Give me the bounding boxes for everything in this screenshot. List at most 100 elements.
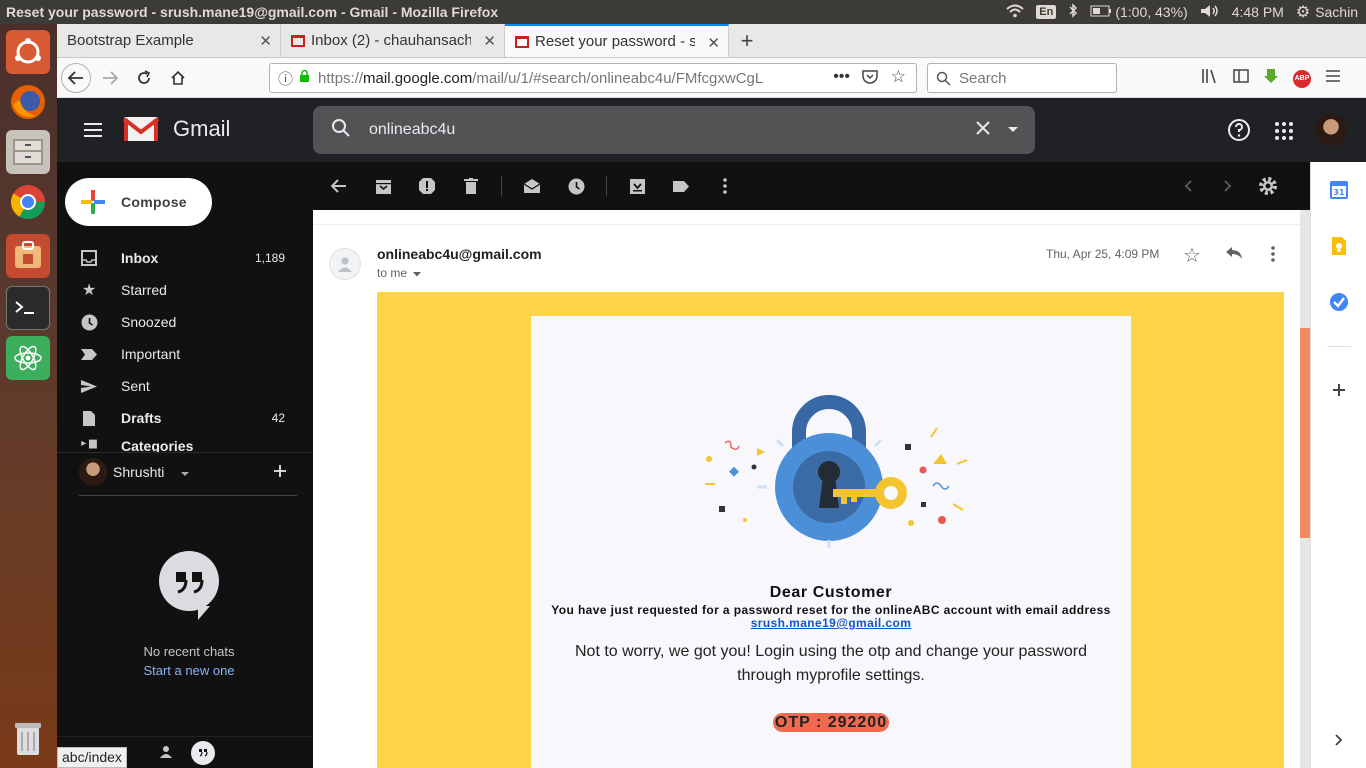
nav-important[interactable]: Important [57,338,297,370]
nav-inbox[interactable]: Inbox 1,189 [57,242,297,274]
search-options-icon[interactable] [1007,121,1019,139]
search-icon[interactable] [331,118,351,143]
search-placeholder: Search [959,69,1007,87]
snooze-icon[interactable] [554,166,598,206]
settings-gear-icon[interactable] [1246,166,1290,206]
software-center-icon[interactable] [6,234,50,278]
new-tab-button[interactable]: + [729,24,765,57]
nav-starred[interactable]: ★ Starred [57,274,297,306]
contacts-person-icon[interactable] [159,745,173,764]
ubuntu-dash-icon[interactable] [6,30,50,74]
sidebar-toggle-icon[interactable] [1233,69,1249,88]
newer-message-icon[interactable] [1166,166,1210,206]
older-message-icon[interactable] [1206,166,1250,206]
get-addons-plus-icon[interactable] [1327,378,1351,402]
person-icon [338,257,352,272]
clear-search-icon[interactable] [975,120,991,141]
recipient-text: to me [377,266,408,280]
help-icon[interactable] [1227,118,1251,147]
mail-search-bar[interactable]: onlineabc4u [313,106,1035,154]
back-to-search-icon[interactable] [317,166,361,206]
firefox-icon[interactable] [6,80,50,124]
trash-icon[interactable] [6,716,50,760]
battery-status: (1:00, 43%) [1115,4,1188,20]
star-message-icon[interactable]: ☆ [1183,243,1201,268]
page-actions-icon[interactable]: ••• [833,68,850,86]
mark-unread-icon[interactable] [510,166,554,206]
keep-icon[interactable] [1327,234,1351,258]
main-menu-icon[interactable] [83,122,103,143]
close-tab-icon[interactable]: ✕ [707,34,720,52]
hangouts-user[interactable]: Shrushti [79,458,190,486]
files-icon[interactable] [6,130,50,174]
nav-snoozed[interactable]: Snoozed [57,306,297,338]
tab-bootstrap-example[interactable]: Bootstrap Example ✕ [57,24,281,57]
user-name[interactable]: Sachin [1315,4,1358,20]
browser-search-box[interactable]: Search [927,63,1117,93]
nav-categories[interactable]: ▸ ▆ Categories [57,438,297,452]
account-avatar[interactable] [1315,114,1347,146]
volume-icon[interactable] [1200,4,1220,21]
tab-label: Reset your password - sr [535,33,695,50]
terminal-icon[interactable] [6,286,50,330]
nav-drafts[interactable]: Drafts 42 [57,402,297,434]
message-date: Thu, Apr 25, 4:09 PM [1046,247,1160,261]
url-bar[interactable]: ⓘ https://mail.google.com/mail/u/1/#sear… [269,63,917,93]
label-icon[interactable] [659,166,703,206]
forward-button[interactable] [95,63,125,93]
home-button[interactable] [163,63,193,93]
atom-icon[interactable] [6,336,50,380]
adblock-plus-icon[interactable]: ABP [1293,69,1311,88]
start-new-chat-link[interactable]: Start a new one [57,663,321,678]
chevron-down-icon[interactable] [180,464,190,480]
compose-button[interactable]: Compose [65,178,212,226]
menu-hamburger-icon[interactable] [1325,69,1341,88]
new-chat-plus-icon[interactable] [273,464,287,483]
more-options-icon[interactable] [703,166,747,206]
clock[interactable]: 4:48 PM [1232,4,1284,20]
nav-label: Snoozed [121,314,177,330]
nav-sent[interactable]: Sent [57,370,297,402]
settings-gear-icon[interactable]: ⚙ [1296,2,1310,22]
back-button[interactable] [61,62,91,93]
bluetooth-icon[interactable] [1068,3,1078,21]
battery-icon[interactable] [1090,4,1112,20]
recipient-details-chevron-icon[interactable] [413,266,422,280]
info-icon[interactable]: ⓘ [278,68,293,89]
library-icon[interactable] [1201,68,1219,89]
tab-reset-password[interactable]: Reset your password - sr ✕ [505,24,729,57]
close-tab-icon[interactable]: ✕ [259,32,272,50]
move-to-icon[interactable] [615,166,659,206]
sender-address[interactable]: onlineabc4u@gmail.com [377,246,542,262]
bookmark-star-icon[interactable]: ☆ [891,67,906,87]
gmail-logo[interactable]: Gmail [123,115,230,143]
message-scrollbar[interactable] [1300,210,1310,768]
close-tab-icon[interactable]: ✕ [483,32,496,50]
compose-label: Compose [121,194,187,210]
padlock-key-icon [697,392,969,561]
reset-request-line: You have just requested for a password r… [551,603,1111,617]
window-title: Reset your password - srush.mane19@gmail… [6,4,499,20]
delete-icon[interactable] [449,166,493,206]
hangouts-tab-icon[interactable] [191,741,215,765]
scrollbar-thumb[interactable] [1300,328,1310,538]
reload-button[interactable] [129,63,159,93]
apps-grid-icon[interactable] [1275,122,1293,145]
expand-panel-chevron-icon[interactable] [1327,728,1351,752]
search-query[interactable]: onlineabc4u [369,121,975,139]
report-spam-icon[interactable] [405,166,449,206]
message-more-icon[interactable] [1271,246,1275,267]
download-extension-icon[interactable] [1263,68,1279,89]
tab-inbox[interactable]: Inbox (2) - chauhansachi ✕ [281,24,505,57]
account-email-link[interactable]: srush.mane19@gmail.com [751,616,912,630]
chrome-icon[interactable] [6,180,50,224]
wifi-icon[interactable] [1006,4,1024,21]
archive-icon[interactable] [361,166,405,206]
keyboard-layout-indicator[interactable]: En [1036,5,1057,19]
pocket-icon[interactable] [862,70,878,88]
sender-avatar[interactable] [329,248,361,280]
calendar-icon[interactable]: 31 [1327,178,1351,202]
tasks-icon[interactable] [1327,290,1351,314]
nav-count: 42 [271,411,285,425]
reply-icon[interactable] [1225,246,1243,265]
